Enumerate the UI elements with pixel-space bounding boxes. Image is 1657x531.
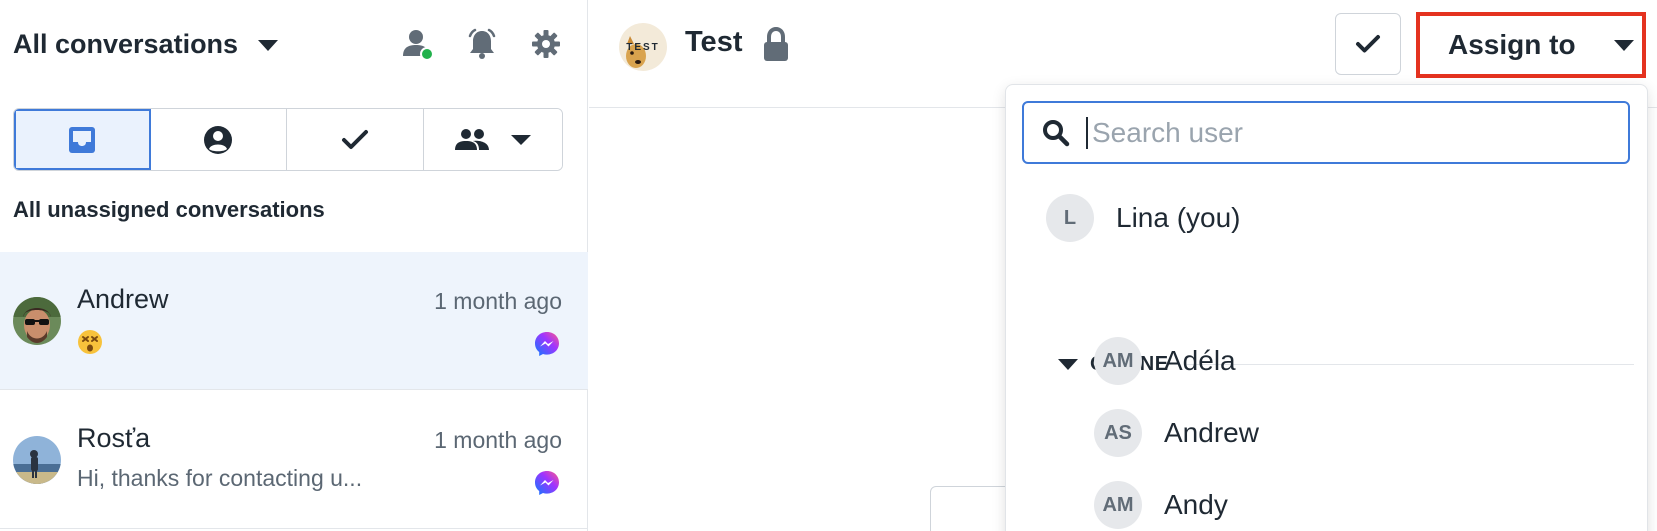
resolve-button[interactable] [1335, 13, 1401, 75]
settings-button[interactable] [526, 24, 566, 64]
tab-resolved[interactable] [287, 109, 424, 170]
conversation-time: 1 month ago [434, 288, 562, 314]
avatar: AS [1094, 409, 1142, 457]
chevron-down-icon [510, 134, 531, 145]
assign-user-dropdown: L Lina (you) ONLINE AM Adéla AS Andrew A… [1005, 84, 1648, 531]
user-search-input[interactable] [1086, 116, 1606, 149]
sidebar-header: All conversations [0, 0, 588, 90]
tab-unassigned[interactable] [14, 109, 151, 170]
conversation-name: Rosťa [77, 423, 151, 453]
user-status-button[interactable] [398, 24, 438, 64]
check-icon [341, 129, 368, 149]
user-status-icon [403, 30, 433, 60]
user-name: Andrew [1164, 417, 1259, 448]
user-option[interactable]: AM Andy [1094, 480, 1228, 530]
avatar: AM [1094, 337, 1142, 385]
list-subtitle: All unassigned conversations [13, 197, 325, 222]
channel-logo-text: TEST [626, 42, 660, 53]
gear-icon [532, 30, 560, 58]
user-option-current[interactable]: L Lina (you) [1046, 193, 1241, 243]
user-name: Lina (you) [1116, 202, 1241, 233]
dizzy-face-emoji-icon [78, 330, 102, 354]
messenger-icon [535, 471, 559, 495]
assign-to-button[interactable]: Assign to [1416, 12, 1646, 78]
user-name: Adéla [1164, 345, 1236, 376]
chevron-down-icon [258, 39, 279, 51]
tab-mine[interactable] [150, 109, 287, 170]
group-divider [1186, 364, 1634, 365]
user-option[interactable]: AM Adéla [1094, 336, 1236, 386]
conversation-preview: Hi, thanks for contacting u... [77, 465, 363, 491]
avatar: AM [1094, 481, 1142, 529]
conversation-time: 1 month ago [434, 427, 562, 453]
conversation-sidebar: All conversations All unassigned convers… [0, 0, 588, 531]
notifications-button[interactable] [462, 24, 502, 64]
assign-to-label: Assign to [1448, 29, 1576, 60]
sidebar-title: All conversations [13, 28, 239, 59]
tab-teams[interactable] [423, 109, 562, 170]
conversation-title: Test [685, 26, 743, 58]
avatar: L [1046, 194, 1094, 242]
user-search-field [1022, 101, 1630, 164]
conversation-filter-tabs [13, 108, 563, 171]
chevron-down-icon [1058, 359, 1078, 370]
lock-icon [764, 27, 788, 61]
conversation-filter-dropdown[interactable]: All conversations [13, 24, 279, 64]
user-circle-icon [204, 125, 233, 154]
conversation-item[interactable]: Rosťa 1 month ago Hi, thanks for contact… [0, 391, 588, 529]
conversation-item[interactable]: Andrew 1 month ago [0, 252, 588, 390]
bell-icon [468, 28, 496, 59]
conversation-name: Andrew [77, 284, 169, 314]
channel-logo: TEST [619, 23, 667, 71]
avatar [13, 297, 61, 345]
team-icon [454, 128, 489, 150]
user-name: Andy [1164, 489, 1228, 520]
search-icon [1043, 119, 1070, 146]
check-icon [1356, 35, 1380, 53]
messenger-icon [535, 332, 559, 356]
user-option[interactable]: AS Andrew [1094, 408, 1259, 458]
chevron-down-icon [1613, 39, 1634, 51]
inbox-icon [68, 126, 95, 153]
avatar [13, 436, 61, 484]
